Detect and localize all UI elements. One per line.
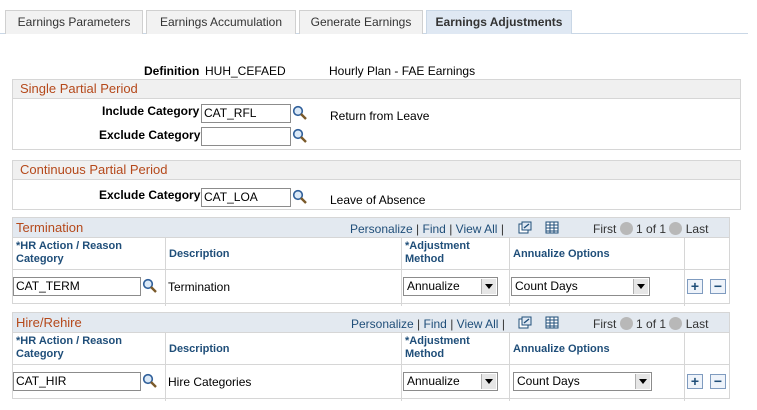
- hire-rehire-annualize-options-value: Count Days: [517, 374, 580, 388]
- definition-label: Definition: [144, 64, 200, 78]
- nav-separator: |: [416, 222, 420, 236]
- download-spreadsheet-icon[interactable]: [545, 221, 559, 234]
- column-annualize-options: Annualize Options: [510, 333, 685, 365]
- last-link[interactable]: Last: [686, 317, 709, 331]
- hire-rehire-category-lookup-icon[interactable]: [142, 373, 158, 389]
- column-row-actions: [685, 333, 729, 365]
- include-category-label: Include Category: [102, 104, 200, 118]
- hire-rehire-view-all-link[interactable]: View All: [457, 317, 499, 331]
- nav-separator: |: [449, 222, 453, 236]
- hire-rehire-adjustment-method-select[interactable]: Annualize: [403, 372, 498, 391]
- termination-delete-row-button[interactable]: −: [710, 279, 726, 294]
- tab-earnings-parameters[interactable]: Earnings Parameters: [5, 10, 143, 34]
- continuous-partial-period-title: Continuous Partial Period: [13, 161, 740, 180]
- hire-rehire-grid-header: Hire/Rehire Personalize | Find | View Al…: [13, 313, 729, 333]
- termination-personalize-link[interactable]: Personalize: [350, 222, 413, 236]
- row-range: 1 of 1: [636, 222, 667, 236]
- tab-generate-earnings[interactable]: Generate Earnings: [299, 10, 423, 34]
- nav-separator: |: [417, 317, 421, 331]
- column-adjustment-method: *Adjustment Method: [402, 238, 510, 270]
- first-link[interactable]: First: [593, 317, 616, 331]
- include-category-input[interactable]: CAT_RFL: [201, 104, 291, 123]
- column-hr-action-reason-category: *HR Action / Reason Category: [13, 333, 166, 365]
- hire-rehire-title: Hire/Rehire: [16, 315, 82, 330]
- termination-view-all-link[interactable]: View All: [456, 222, 498, 236]
- termination-add-row-button[interactable]: +: [687, 279, 703, 294]
- dropdown-arrow-icon[interactable]: [635, 374, 650, 389]
- tab-bar: Earnings Parameters Earnings Accumulatio…: [0, 10, 748, 34]
- dropdown-arrow-icon[interactable]: [633, 279, 648, 294]
- exclude-category-lookup-icon[interactable]: [292, 128, 308, 144]
- continuous-exclude-category-input[interactable]: CAT_LOA: [201, 188, 291, 207]
- termination-category-input[interactable]: CAT_TERM: [13, 277, 141, 296]
- previous-arrow-icon[interactable]: [619, 317, 633, 330]
- single-partial-period-title: Single Partial Period: [13, 80, 740, 99]
- last-link[interactable]: Last: [686, 222, 709, 236]
- include-category-lookup-icon[interactable]: [292, 105, 308, 121]
- hire-rehire-grid-nav: Personalize | Find | View All |: [351, 317, 505, 331]
- termination-annualize-options-select[interactable]: Count Days: [511, 277, 650, 296]
- tab-earnings-adjustments[interactable]: Earnings Adjustments: [426, 10, 572, 34]
- column-annualize-options: Annualize Options: [510, 238, 685, 270]
- definition-description: Hourly Plan - FAE Earnings: [329, 64, 476, 78]
- nav-separator: |: [450, 317, 454, 331]
- termination-description: Termination: [168, 280, 231, 294]
- continuous-exclude-category-lookup-icon[interactable]: [292, 189, 308, 205]
- hire-rehire-category-input[interactable]: CAT_HIR: [13, 372, 141, 391]
- continuous-exclude-category-label: Exclude Category: [99, 188, 201, 202]
- column-description: Description: [166, 333, 402, 365]
- exclude-category-label: Exclude Category: [99, 128, 201, 142]
- nav-separator: |: [501, 317, 505, 331]
- hire-rehire-annualize-options-select[interactable]: Count Days: [513, 372, 652, 391]
- previous-arrow-icon[interactable]: [619, 222, 633, 235]
- definition-code: HUH_CEFAED: [205, 64, 286, 78]
- new-window-icon[interactable]: [518, 221, 532, 234]
- termination-title: Termination: [16, 220, 84, 235]
- first-link[interactable]: First: [593, 222, 616, 236]
- tab-earnings-accumulation[interactable]: Earnings Accumulation: [146, 10, 296, 34]
- termination-adjustment-method-value: Annualize: [407, 279, 460, 293]
- termination-category-lookup-icon[interactable]: [142, 278, 158, 294]
- row-range: 1 of 1: [636, 317, 667, 331]
- next-arrow-icon[interactable]: [669, 222, 683, 235]
- nav-separator: |: [500, 222, 504, 236]
- new-window-icon[interactable]: [518, 316, 532, 329]
- hire-rehire-find-link[interactable]: Find: [424, 317, 447, 331]
- dropdown-arrow-icon[interactable]: [481, 279, 496, 294]
- column-adjustment-method: *Adjustment Method: [402, 333, 510, 365]
- column-description: Description: [166, 238, 402, 270]
- column-hr-action-reason-category: *HR Action / Reason Category: [13, 238, 166, 270]
- termination-adjustment-method-select[interactable]: Annualize: [403, 277, 498, 296]
- hire-rehire-pager: First 1 of 1 Last: [593, 317, 708, 331]
- exclude-category-input[interactable]: [201, 127, 291, 146]
- termination-grid-header: Termination Personalize | Find | View Al…: [13, 218, 729, 238]
- termination-pager: First 1 of 1 Last: [593, 222, 708, 236]
- hire-rehire-add-row-button[interactable]: +: [687, 374, 703, 389]
- download-spreadsheet-icon[interactable]: [545, 316, 559, 329]
- hire-rehire-adjustment-method-value: Annualize: [407, 374, 460, 388]
- termination-grid-nav: Personalize | Find | View All |: [350, 222, 504, 236]
- dropdown-arrow-icon[interactable]: [481, 374, 496, 389]
- hire-rehire-delete-row-button[interactable]: −: [710, 374, 726, 389]
- hire-rehire-personalize-link[interactable]: Personalize: [351, 317, 414, 331]
- next-arrow-icon[interactable]: [669, 317, 683, 330]
- termination-find-link[interactable]: Find: [423, 222, 446, 236]
- continuous-exclude-category-description: Leave of Absence: [330, 193, 426, 207]
- hire-rehire-description: Hire Categories: [168, 375, 252, 389]
- termination-annualize-options-value: Count Days: [515, 279, 578, 293]
- column-row-actions: [685, 238, 729, 270]
- include-category-description: Return from Leave: [330, 109, 430, 123]
